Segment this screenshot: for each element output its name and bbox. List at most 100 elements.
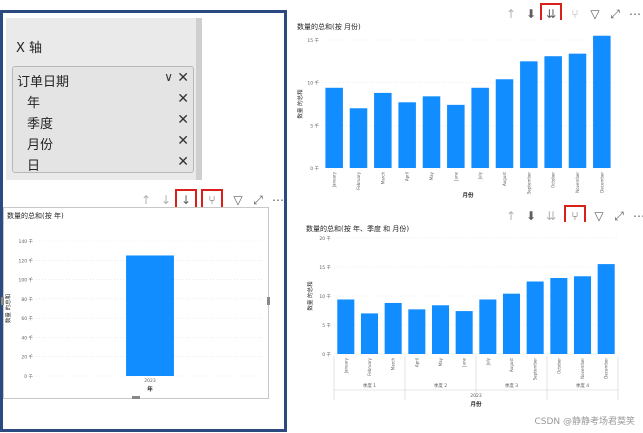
chart-svg: 0 千 20 千 40 千 60 千 80 千 100 千 120 千 140 千 2023 数量… [4, 238, 264, 393]
y-axis-title: 数量 的总和 [4, 294, 12, 323]
x-tick-label: December [604, 358, 609, 379]
arrow-down-icon[interactable]: ↓ [158, 192, 174, 208]
bar-May [431, 305, 450, 354]
y-tick-label: 20 千 [319, 235, 331, 242]
quarter-label: 季度 3 [505, 382, 518, 389]
x-tick-label: March [380, 172, 385, 185]
focus-mode-icon[interactable]: ⤢ [250, 192, 266, 208]
quarter-label: 季度 1 [363, 382, 376, 389]
x-tick-label: October [556, 358, 561, 374]
chart-title: 数量的总和(按 年、季度 和 月份) [306, 225, 410, 233]
arrow-up-icon[interactable]: ↑ [138, 192, 154, 208]
expand-hierarchy-icon[interactable]: ⑂ [201, 189, 223, 211]
chart-by-month[interactable]: 数量的总和(按 月份) 0 千 5 千 10 千 15 千 January Februar… [292, 20, 622, 202]
more-options-icon[interactable]: ⋯ [270, 192, 286, 208]
quarter-label: 季度 4 [576, 382, 589, 389]
x-tick-label: 2023 [144, 378, 156, 384]
y-tick-label: 5 千 [322, 322, 331, 329]
bar-April [408, 309, 426, 354]
close-icon[interactable]: ✕ [177, 70, 189, 86]
y-tick-label: 40 千 [21, 334, 33, 341]
y-tick-label: 100 千 [18, 277, 33, 284]
chevron-down-icon[interactable]: ∨ [164, 70, 173, 84]
level-label: 月份 [27, 138, 54, 153]
bar-August [502, 293, 521, 354]
x-tick-label: April [414, 358, 419, 367]
x-tick-label: November [580, 358, 585, 379]
y-axis-title: 数量 的总和 [306, 281, 314, 310]
close-icon[interactable]: ✕ [177, 154, 189, 170]
chart-title: 数量的总和(按 月份) [297, 23, 361, 31]
visual-toolbar-year: ↑ ↓ ↓ ⑂ ▽ ⤢ ⋯ [138, 189, 290, 211]
bar-September [526, 281, 544, 354]
close-icon[interactable]: ✕ [177, 91, 189, 107]
hierarchy-level-month[interactable]: 月份 ✕ [13, 132, 195, 153]
hierarchy-header-row[interactable]: 订单日期 ∨ ✕ [13, 69, 195, 90]
resize-handle[interactable] [267, 297, 270, 305]
x-axis-title: 月份 [469, 400, 482, 408]
chart-title: 数量的总和(按 年) [7, 212, 64, 220]
x-tick-label: January [343, 357, 348, 374]
close-icon[interactable]: ✕ [177, 133, 189, 149]
y-tick-label: 10 千 [307, 80, 319, 87]
x-tick-label: May [429, 171, 434, 180]
x-tick-label: November [575, 172, 580, 193]
y-tick-label: 5 千 [310, 122, 319, 129]
bar-August [495, 79, 514, 168]
hierarchy-level-quarter[interactable]: 季度 ✕ [13, 111, 195, 132]
year-label: 2023 [470, 393, 482, 399]
x-tick-label: July [478, 171, 483, 180]
date-hierarchy-field[interactable]: 订单日期 ∨ ✕ 年 ✕ 季度 ✕ 月份 ✕ 日 ✕ [12, 66, 195, 174]
resize-handle[interactable] [132, 396, 140, 399]
x-tick-label: June [453, 171, 458, 181]
double-arrow-down-icon[interactable]: ↓ [175, 189, 197, 211]
bar-November [568, 53, 587, 168]
bar-February [360, 313, 379, 354]
y-tick-label: 0 千 [24, 373, 33, 380]
x-tick-label: February [367, 357, 372, 375]
x-tick-label: June [462, 357, 467, 367]
y-axis-title: 数量 的总和 [296, 89, 304, 118]
quarter-label: 季度 2 [434, 382, 447, 389]
y-tick-label: 140 千 [18, 238, 33, 245]
y-tick-label: 0 千 [322, 351, 331, 358]
x-tick-label: August [502, 172, 507, 186]
x-tick-label: February [356, 171, 361, 189]
level-label: 日 [27, 159, 41, 174]
y-tick-label: 80 千 [21, 296, 33, 303]
x-tick-label: December [599, 172, 604, 193]
x-tick-label: September [533, 358, 538, 380]
chart-by-year[interactable]: 数量的总和(按 年) 0 千 20 千 40 千 60 千 80 千 100 千 120 千… [3, 207, 269, 399]
chart-by-year-quarter-month[interactable]: 数量的总和(按 年、季度 和 月份) 0 千 5 千 10 千 15 千 20 千 Jan… [302, 222, 624, 412]
close-icon[interactable]: ✕ [177, 112, 189, 128]
hierarchy-level-year[interactable]: 年 ✕ [13, 90, 195, 111]
bar-December [593, 35, 611, 168]
bar-October [544, 56, 562, 168]
hierarchy-name: 订单日期 [17, 75, 70, 90]
x-tick-label: October [551, 172, 556, 188]
x-tick-label: March [391, 358, 396, 371]
more-options-icon[interactable]: ⋯ [631, 208, 643, 224]
y-tick-label: 120 千 [18, 257, 33, 264]
y-tick-label: 15 千 [319, 264, 331, 271]
bar-February [349, 108, 368, 168]
watermark-text: CSDN @静静考场君莫笑 [534, 417, 635, 427]
bar-January [325, 87, 343, 168]
x-tick-label: August [509, 358, 514, 372]
x-tick-label: September [526, 172, 531, 194]
more-options-icon[interactable]: ⋯ [627, 6, 643, 22]
filter-icon[interactable]: ▽ [230, 192, 246, 208]
x-tick-label: January [332, 171, 337, 188]
bar-April [398, 102, 416, 168]
bar-March [374, 92, 392, 168]
x-tick-label: July [485, 357, 490, 366]
y-tick-label: 10 千 [319, 293, 331, 300]
hierarchy-level-day[interactable]: 日 ✕ [13, 153, 195, 174]
resize-handle[interactable] [1, 297, 4, 305]
y-tick-label: 20 千 [21, 354, 33, 361]
x-axis-title: 年 [147, 385, 153, 393]
bar-July [479, 299, 497, 354]
chart-svg: 0 千 5 千 10 千 15 千 20 千 January February March Ap… [306, 235, 619, 408]
bar-May [422, 96, 441, 168]
chart-svg: 0 千 5 千 10 千 15 千 January February March April M… [296, 35, 614, 199]
